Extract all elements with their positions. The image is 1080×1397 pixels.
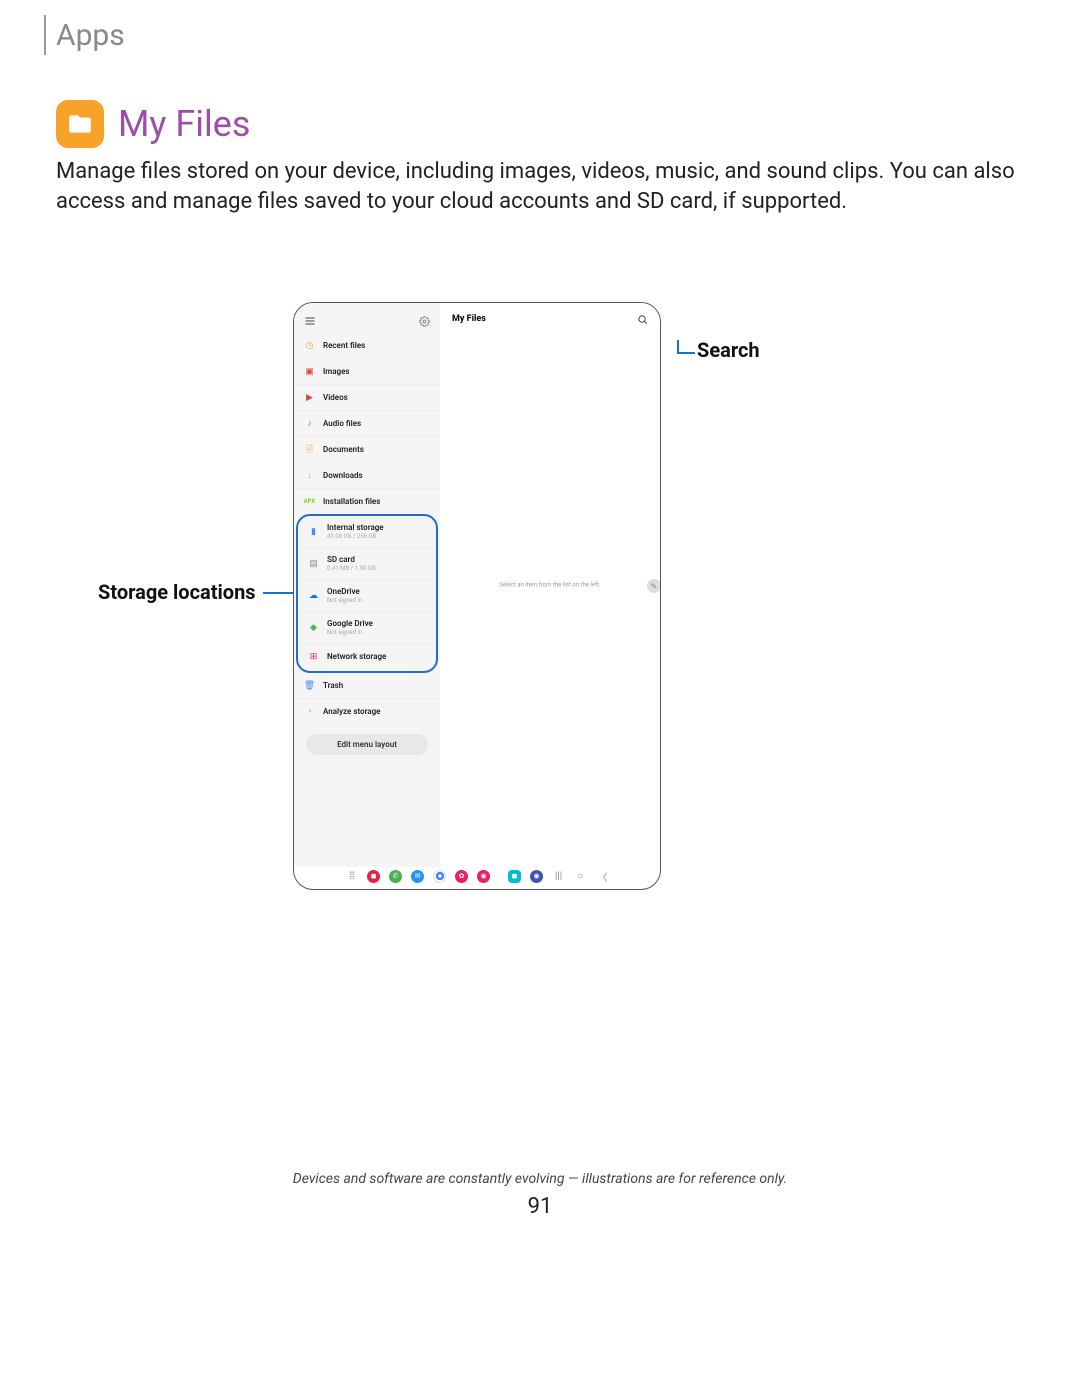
header-divider <box>44 15 46 55</box>
sidebar-item-installation[interactable]: APK Installation files <box>294 489 440 514</box>
sidebar-item-internal-storage[interactable]: ▮ Internal storage 43.08 GB / 256 GB <box>298 516 436 548</box>
intro-text: Manage files stored on your device, incl… <box>56 157 1024 217</box>
callout-line <box>263 592 293 594</box>
taskbar-phone-icon[interactable]: ✆ <box>389 870 402 883</box>
sd-card-icon: ▤ <box>308 558 319 569</box>
search-icon[interactable] <box>636 313 648 325</box>
sidebar-item-recent[interactable]: ◷ Recent files <box>294 333 440 359</box>
empty-state-text: Select an item from the list on the left… <box>499 582 600 589</box>
sidebar: ◷ Recent files ▣ Images ▶ Videos ♪ Audio… <box>294 303 440 867</box>
sidebar-item-sd-card[interactable]: ▤ SD card 0.41 MB / 1.90 GB <box>298 548 436 580</box>
analyze-icon: ◔ <box>304 706 315 717</box>
sidebar-item-onedrive[interactable]: ☁ OneDrive Not signed in <box>298 580 436 612</box>
sidebar-item-images[interactable]: ▣ Images <box>294 359 440 385</box>
recents-nav-icon[interactable]: ||| <box>552 871 565 882</box>
trash-icon: 🗑 <box>304 680 315 691</box>
taskbar-camera-icon[interactable]: ◉ <box>477 870 490 883</box>
main-title: My Files <box>452 314 486 324</box>
sidebar-item-google-drive[interactable]: ◆ Google Drive Not signed in <box>298 612 436 644</box>
video-icon: ▶ <box>304 392 315 403</box>
sidebar-item-audio[interactable]: ♪ Audio files <box>294 411 440 437</box>
sidebar-item-documents[interactable]: 🗎 Documents <box>294 437 440 463</box>
taskbar-gallery-icon[interactable]: ✿ <box>455 870 468 883</box>
page-number: 91 <box>0 1194 1080 1219</box>
sidebar-item-downloads[interactable]: ↓ Downloads <box>294 463 440 489</box>
callout-search: Search <box>697 338 760 362</box>
taskbar-app-icon[interactable]: ◼ <box>367 870 380 883</box>
section-name: Apps <box>56 18 125 53</box>
image-icon: ▣ <box>304 366 315 377</box>
taskbar-recent-app-icon[interactable]: ◼ <box>508 870 521 883</box>
taskbar-messages-icon[interactable]: ✉ <box>411 870 424 883</box>
footer-note: Devices and software are constantly evol… <box>0 1171 1080 1187</box>
page-header: Apps <box>44 15 125 55</box>
clock-icon: ◷ <box>304 340 315 351</box>
edit-menu-layout-button[interactable]: Edit menu layout <box>306 734 428 755</box>
device-screenshot: ◷ Recent files ▣ Images ▶ Videos ♪ Audio… <box>293 302 661 890</box>
onedrive-icon: ☁ <box>308 590 319 601</box>
callout-line <box>677 352 695 354</box>
google-drive-icon: ◆ <box>308 622 319 633</box>
storage-icon: ▮ <box>308 526 319 537</box>
document-icon: 🗎 <box>304 444 315 455</box>
main-pane: My Files Select an item from the list on… <box>440 303 660 867</box>
download-icon: ↓ <box>304 470 315 481</box>
sidebar-item-network-storage[interactable]: ⊞ Network storage <box>298 644 436 669</box>
audio-icon: ♪ <box>304 418 315 429</box>
my-files-app-icon <box>56 100 104 148</box>
app-title: My Files <box>118 103 250 145</box>
gear-icon[interactable] <box>418 315 430 327</box>
taskbar: ⁞⁞⁞ ◼ ✆ ✉ ✿ ◉ ◼ ◉ ||| ○ 〈 <box>294 867 660 885</box>
storage-locations-group: ▮ Internal storage 43.08 GB / 256 GB ▤ S… <box>296 514 438 673</box>
sidebar-item-analyze[interactable]: ◔ Analyze storage <box>294 699 440 724</box>
section-heading: My Files <box>56 100 250 148</box>
home-nav-icon[interactable]: ○ <box>574 871 587 882</box>
apk-icon: APK <box>304 496 315 507</box>
app-drawer-icon[interactable]: ⁞⁞⁞ <box>345 871 358 882</box>
sidebar-item-videos[interactable]: ▶ Videos <box>294 385 440 411</box>
sidebar-item-trash[interactable]: 🗑 Trash <box>294 673 440 699</box>
taskbar-recent-app-icon[interactable]: ◉ <box>530 870 543 883</box>
edge-panel-handle[interactable]: ✎ <box>647 579 661 593</box>
hamburger-icon[interactable] <box>304 315 316 327</box>
back-nav-icon[interactable]: 〈 <box>596 869 609 884</box>
callout-storage: Storage locations <box>98 580 256 604</box>
taskbar-chrome-icon[interactable] <box>433 870 446 883</box>
network-icon: ⊞ <box>308 651 319 662</box>
